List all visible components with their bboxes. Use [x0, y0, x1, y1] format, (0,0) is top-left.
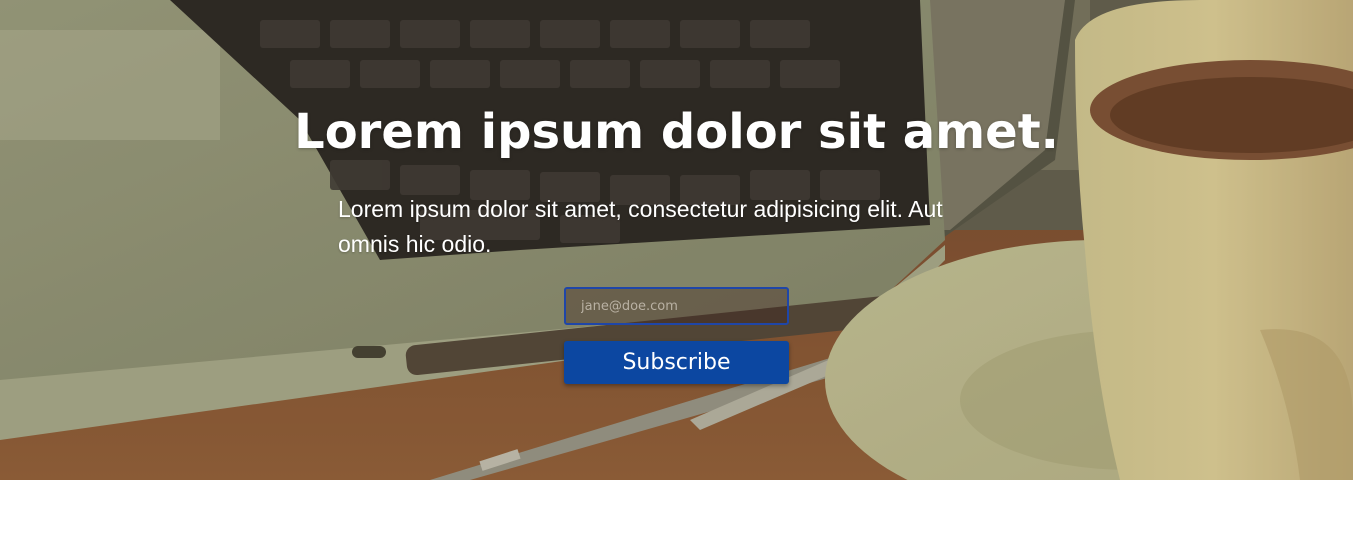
subscribe-button[interactable]: Subscribe — [564, 341, 789, 384]
hero-section: Lorem ipsum dolor sit amet. Lorem ipsum … — [0, 0, 1353, 480]
hero-headline: Lorem ipsum dolor sit amet. — [294, 104, 1059, 160]
hero-subtext: Lorem ipsum dolor sit amet, consectetur … — [338, 196, 943, 257]
email-input[interactable] — [564, 287, 789, 325]
